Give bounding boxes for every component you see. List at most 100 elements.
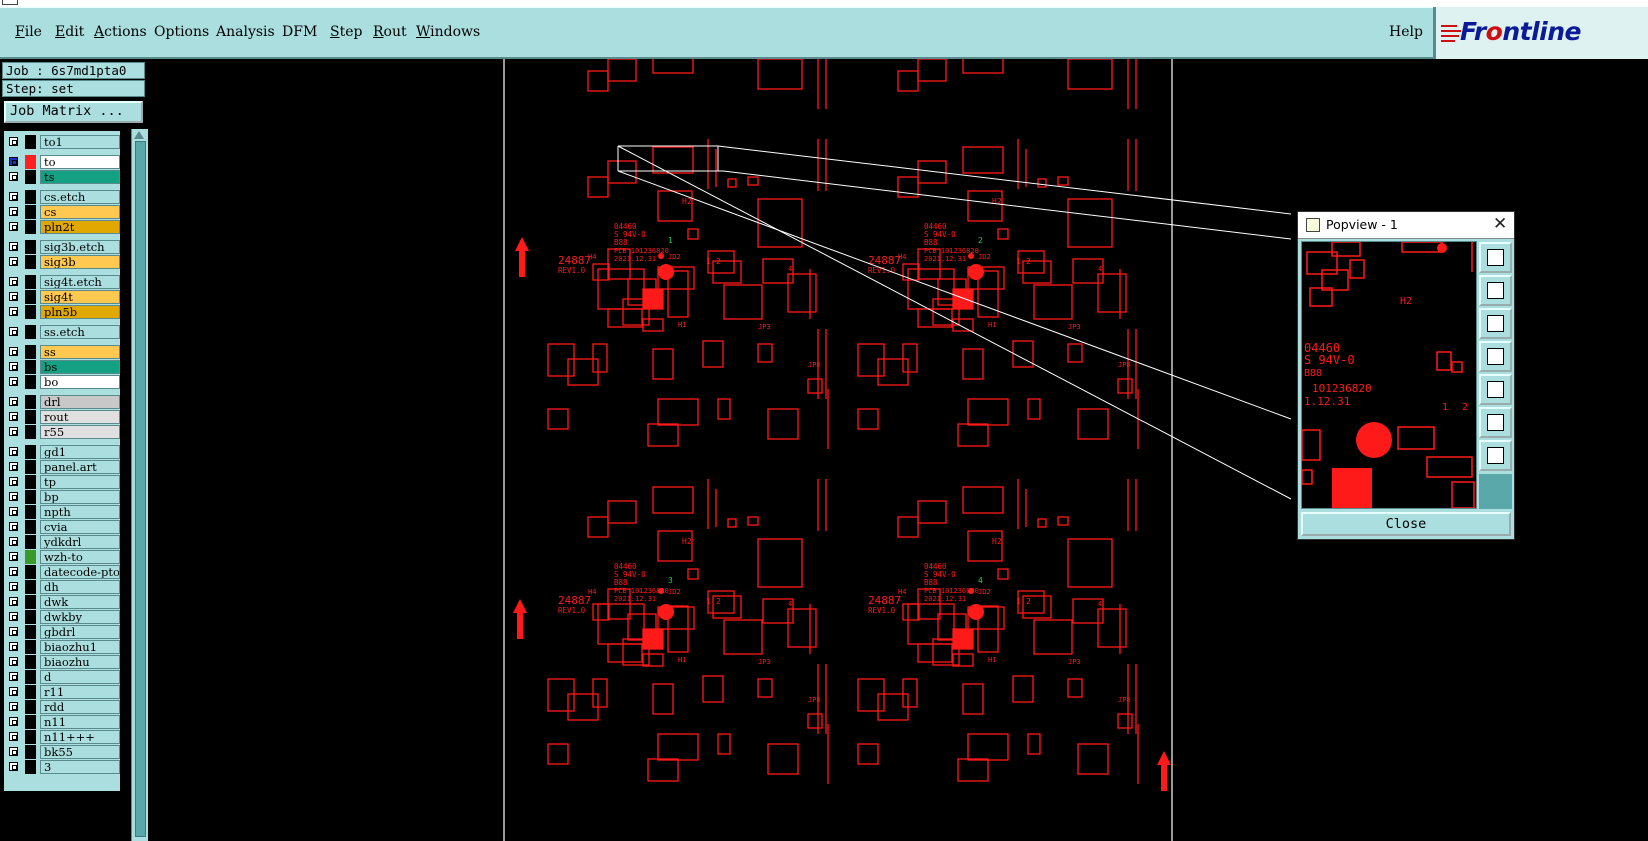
layer-color-swatch[interactable] xyxy=(25,275,36,289)
layer-checkbox[interactable] xyxy=(9,687,18,696)
layer-name[interactable]: pln5b xyxy=(40,305,120,319)
layer-checkbox[interactable] xyxy=(9,582,18,591)
layer-row[interactable]: npth xyxy=(4,505,120,519)
pan-left-button[interactable] xyxy=(1479,341,1512,372)
layer-color-swatch[interactable] xyxy=(25,240,36,254)
layer-checkbox[interactable] xyxy=(9,672,18,681)
layer-row[interactable]: biaozhu1 xyxy=(4,640,120,654)
layer-checkbox[interactable] xyxy=(9,492,18,501)
layer-row[interactable]: ydkdrl xyxy=(4,535,120,549)
layer-name[interactable]: bo xyxy=(40,375,120,389)
layer-checkbox[interactable] xyxy=(9,627,18,636)
layer-checkbox[interactable] xyxy=(9,257,18,266)
menu-rout[interactable]: Rout xyxy=(373,24,407,40)
pan-down-button[interactable] xyxy=(1479,308,1512,339)
layer-color-swatch[interactable] xyxy=(25,135,36,149)
layer-name[interactable]: 3 xyxy=(40,760,120,774)
layer-checkbox[interactable] xyxy=(9,412,18,421)
layer-color-swatch[interactable] xyxy=(25,565,36,579)
layer-checkbox[interactable] xyxy=(9,597,18,606)
layer-name[interactable]: biaozhu1 xyxy=(40,640,120,654)
layer-row[interactable]: sig3b xyxy=(4,255,120,269)
layer-row[interactable]: rout xyxy=(4,410,120,424)
layer-checkbox[interactable] xyxy=(9,242,18,251)
layer-name[interactable]: dh xyxy=(40,580,120,594)
layer-name[interactable]: sig4t xyxy=(40,290,120,304)
layer-name[interactable]: npth xyxy=(40,505,120,519)
layer-checkbox[interactable] xyxy=(9,732,18,741)
layer-row[interactable]: cs.etch xyxy=(4,190,120,204)
layer-row[interactable]: panel.art xyxy=(4,460,120,474)
layer-color-swatch[interactable] xyxy=(25,290,36,304)
layer-color-swatch[interactable] xyxy=(25,445,36,459)
layer-name[interactable]: cvia xyxy=(40,520,120,534)
layer-checkbox[interactable] xyxy=(9,277,18,286)
layer-name[interactable]: pln2t xyxy=(40,220,120,234)
layer-color-swatch[interactable] xyxy=(25,595,36,609)
layer-name[interactable]: biaozhu xyxy=(40,655,120,669)
layer-row[interactable]: to1 xyxy=(4,135,120,149)
layer-name[interactable]: ts xyxy=(40,170,120,184)
layer-name[interactable]: cs xyxy=(40,205,120,219)
menu-help[interactable]: Help xyxy=(1389,24,1423,40)
layer-checkbox[interactable] xyxy=(9,567,18,576)
menu-file[interactable]: File xyxy=(15,24,42,40)
layer-row[interactable]: dh xyxy=(4,580,120,594)
layer-name[interactable]: n11 xyxy=(40,715,120,729)
menu-options[interactable]: Options xyxy=(154,24,209,40)
layer-color-swatch[interactable] xyxy=(25,375,36,389)
layer-color-swatch[interactable] xyxy=(25,700,36,714)
layer-color-swatch[interactable] xyxy=(25,670,36,684)
layer-name[interactable]: sig4t.etch xyxy=(40,275,120,289)
scroll-thumb[interactable] xyxy=(135,141,146,837)
layer-checkbox[interactable] xyxy=(9,327,18,336)
layer-name[interactable]: cs.etch xyxy=(40,190,120,204)
menu-analysis[interactable]: Analysis xyxy=(216,24,275,40)
layer-checkbox[interactable] xyxy=(9,702,18,711)
layer-color-swatch[interactable] xyxy=(25,550,36,564)
layer-color-swatch[interactable] xyxy=(25,325,36,339)
layer-row[interactable]: ts xyxy=(4,170,120,184)
layer-color-swatch[interactable] xyxy=(25,685,36,699)
layer-color-swatch[interactable] xyxy=(25,490,36,504)
layer-row[interactable]: drl xyxy=(4,395,120,409)
layer-name[interactable]: bs xyxy=(40,360,120,374)
layer-color-swatch[interactable] xyxy=(25,360,36,374)
layer-name[interactable]: dwkby xyxy=(40,610,120,624)
layer-name[interactable]: bp xyxy=(40,490,120,504)
layer-color-swatch[interactable] xyxy=(25,640,36,654)
layer-row[interactable]: wzh-to xyxy=(4,550,120,564)
layer-name[interactable]: to1 xyxy=(40,135,120,149)
layer-row[interactable]: pln2t xyxy=(4,220,120,234)
layer-checkbox[interactable] xyxy=(9,307,18,316)
layer-color-swatch[interactable] xyxy=(25,610,36,624)
layer-row[interactable]: dwkby xyxy=(4,610,120,624)
layer-color-swatch[interactable] xyxy=(25,255,36,269)
layer-row[interactable]: pln5b xyxy=(4,305,120,319)
layer-row[interactable]: cvia xyxy=(4,520,120,534)
menu-dfm[interactable]: DFM xyxy=(282,24,317,40)
layer-name[interactable]: wzh-to xyxy=(40,550,120,564)
layer-name[interactable]: datecode-pto xyxy=(40,565,120,579)
layer-color-swatch[interactable] xyxy=(25,625,36,639)
popview-canvas[interactable]: H2 04460 S 94V-0 B88 101236820 1.12.31 1 2 xyxy=(1301,241,1477,509)
layer-checkbox[interactable] xyxy=(9,717,18,726)
layer-checkbox[interactable] xyxy=(9,427,18,436)
layer-color-swatch[interactable] xyxy=(25,580,36,594)
layer-row[interactable]: n11+++ xyxy=(4,730,120,744)
layer-row[interactable]: ss.etch xyxy=(4,325,120,339)
layer-checkbox[interactable] xyxy=(9,762,18,771)
layer-name[interactable]: bk55 xyxy=(40,745,120,759)
pan-up-button[interactable] xyxy=(1479,275,1512,306)
layer-row[interactable]: rdd xyxy=(4,700,120,714)
layer-color-swatch[interactable] xyxy=(25,715,36,729)
layer-checkbox[interactable] xyxy=(9,347,18,356)
layer-color-swatch[interactable] xyxy=(25,745,36,759)
layer-checkbox[interactable] xyxy=(9,192,18,201)
layer-name[interactable]: rout xyxy=(40,410,120,424)
layer-row[interactable]: sig3b.etch xyxy=(4,240,120,254)
layer-color-swatch[interactable] xyxy=(25,205,36,219)
layer-checkbox[interactable] xyxy=(9,172,18,181)
layer-name[interactable]: sig3b.etch xyxy=(40,240,120,254)
layer-row[interactable]: bp xyxy=(4,490,120,504)
